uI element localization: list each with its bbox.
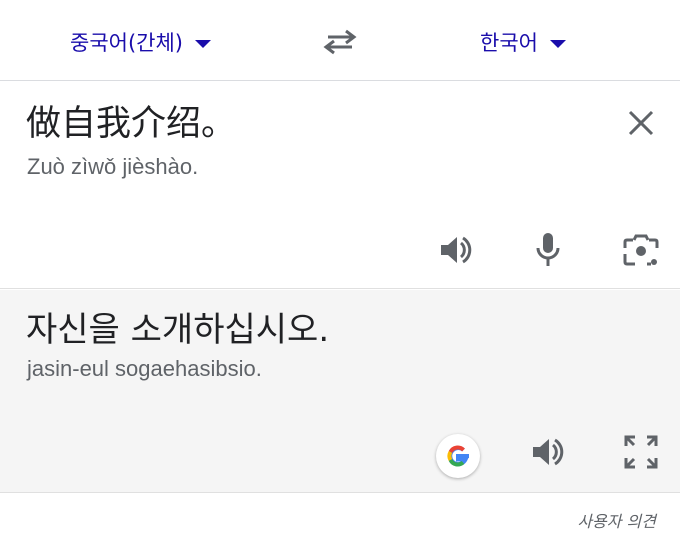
source-language-label: 중국어(간체) xyxy=(70,31,183,55)
dropdown-caret-icon xyxy=(549,39,566,48)
camera-lens-icon[interactable] xyxy=(621,230,661,270)
target-language-label: 한국어 xyxy=(480,31,538,55)
translation-text: 자신을 소개하십시오. xyxy=(26,310,330,350)
feedback-link[interactable]: 사용자 의견 xyxy=(577,508,656,532)
google-g-icon xyxy=(447,445,469,467)
translation-romanization: jasin-eul sogaehasibsio. xyxy=(27,356,262,381)
google-logo-icon[interactable] xyxy=(436,434,480,478)
speaker-icon[interactable] xyxy=(528,432,568,472)
swap-arrows-icon[interactable] xyxy=(322,27,358,57)
close-icon[interactable] xyxy=(627,109,655,137)
source-text[interactable]: 做自我介绍。 xyxy=(26,102,236,146)
source-language-selector[interactable]: 중국어(간체) xyxy=(70,27,211,57)
dropdown-caret-icon xyxy=(195,39,211,48)
source-romanization: Zuò zìwǒ jièshào. xyxy=(27,154,199,179)
speaker-icon[interactable] xyxy=(436,230,476,270)
fullscreen-icon[interactable] xyxy=(621,432,661,472)
microphone-icon[interactable] xyxy=(528,230,568,270)
language-bar: 중국어(간체) 한국어 xyxy=(0,0,680,81)
translation-panel: 자신을 소개하십시오. jasin-eul sogaehasibsio. xyxy=(0,290,680,493)
source-panel: 做自我介绍。 Zuò zìwǒ jièshào. xyxy=(0,82,680,289)
target-language-selector[interactable]: 한국어 xyxy=(480,27,566,57)
